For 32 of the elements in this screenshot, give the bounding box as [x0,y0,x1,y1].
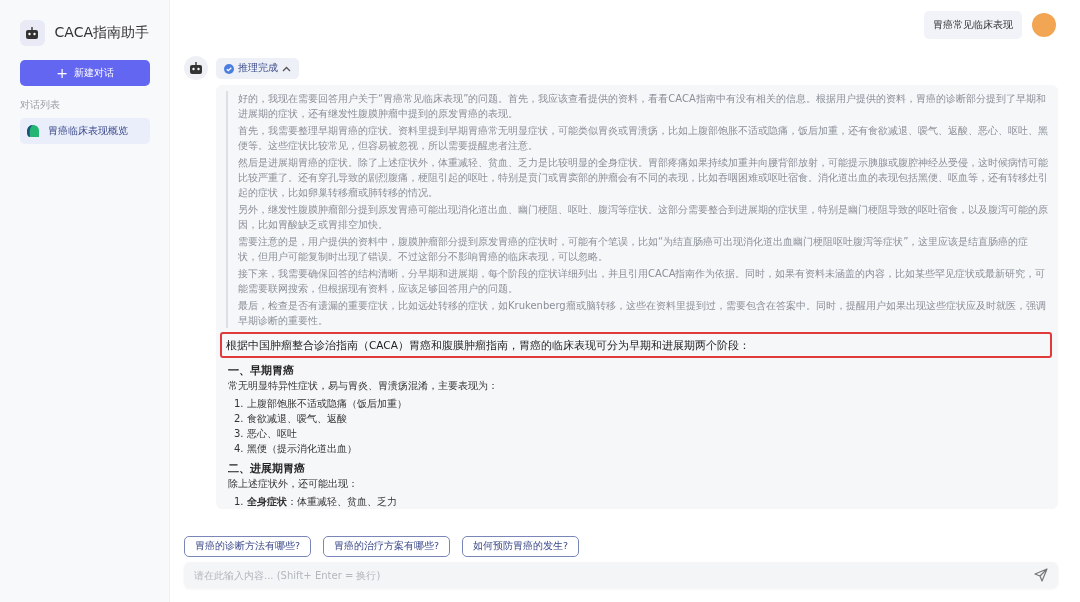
section-heading: 二、进展期胃癌 [228,461,306,476]
list-item: 2. 食欲减退、嗳气、返酸 [233,412,348,426]
list-item: 1. 全身症状：体重减轻、贫血、乏力 [233,495,398,509]
app-title: CACA指南助手 [54,24,149,42]
robot-icon [25,27,40,39]
suggestion-button[interactable]: 如何预防胃癌的发生? [462,536,580,557]
reasoning-paragraph: 首先，我需要整理早期胃癌的症状。资料里提到早期胃癌常无明显症状，可能类似胃炎或胃溃疡，比如上腹部饱胀不适或隐痛，饭后加重，还有食欲减退、嗳气、返酸、恶心、呕吐、黑便等。这些症状比较常见，但容易被忽视，所以需要提醒患者注意。 [238,124,1048,153]
suggestion-button[interactable]: 胃癌的治疗方案有哪些? [323,536,451,557]
conversation-item[interactable]: 胃癌临床表现概览 [20,118,150,144]
list-item: 1. 上腹部饱胀不适或隐痛（饭后加重） [233,397,408,411]
list-item: 3. 恶心、呕吐 [233,427,298,441]
send-icon[interactable] [1034,568,1048,582]
leaf-icon [26,124,40,138]
reasoning-paragraph: 另外，继发性腹膜肿瘤部分提到原发胃癌可能出现消化道出血、幽门梗阻、呕吐、腹泻等症状。这部分需要整合到进展期的症状里，特别是幽门梗阻导致的呕吐宿食，以及腹泻可能的原因，比如胃酸缺乏或胃排空加快。 [238,203,1048,232]
reasoning-paragraph: 最后，检查是否有遗漏的重要症状，比如远处转移的症状，如Krukenberg瘤或脑转移，这些在资料里提到过，需要包含在答案中。同时，提醒用户如果出现这些症状应及时就医，强调早期诊断的重要性。 [238,299,1047,328]
robot-icon [189,62,203,74]
reasoning-paragraph: 好的，我现在需要回答用户关于“胃癌常见临床表现”的问题。首先，我应该查看提供的资料，看看CACA指南中有没有相关的信息。根据用户提供的资料，胃癌的诊断部分提到了早期和进展期的症状，还有继发性腹膜肿瘤中提到的原发胃癌的表现。 [238,92,1047,121]
section-lead: 除上述症状外，还可能出现： [228,477,359,491]
section-lead: 常无明显特异性症状，易与胃炎、胃溃疡混淆，主要表现为： [228,379,499,393]
chevron-icon [282,65,291,72]
reasoning-paragraph: 需要注意的是，用户提供的资料中，腹膜肿瘤部分提到原发胃癌的症状时，可能有个笔误，比如“为结直肠癌可出现消化道出血幽门梗阻呕吐腹泻等症状”，这里应该是结直肠癌的症状，但用户可能复制时出现了错误。不过这部分不影响胃癌的临床表现，可以忽略。 [238,235,1030,264]
answer-intro: 根据中国肿瘤整合诊治指南（CACA）胃癌和腹膜肿瘤指南，胃癌的临床表现可分为早期和进展期两个阶段： [220,332,1052,358]
reasoning-paragraph: 接下来，我需要确保回答的结构清晰，分早期和进展期，每个阶段的症状详细列出，并且引用CACA指南作为依据。同时，如果有资料未涵盖的内容，比如某些罕见症状或最新研究，可能需要联网搜索，但根据现有资料，应该足够回答用户的问题。 [238,267,1047,296]
reasoning-toggle[interactable]: 推理完成 [216,58,299,79]
reasoning-paragraph: 然后是进展期胃癌的症状。除了上述症状外，体重减轻、贫血、乏力是比较明显的全身症状。胃部疼痛如果持续加重并向腰背部放射，可能提示胰腺或腹腔神经丛受侵，这时候病情可能比较严重了。还有穿孔导致的剧烈腹痛，梗阻引起的呕吐，特别是贲门或胃窦部的肿瘤会有不同的表现，比如吞咽困难或呕吐宿食。消化道出血的表现包括黑便、呕血等，还有转移灶引起的症状，比如卵巢转移瘤或肺转移的情况。 [238,156,1048,200]
list-item: 4. 黑便（提示消化道出血） [233,442,358,456]
section-heading: 一、早期胃癌 [228,363,295,378]
suggestion-button[interactable]: 胃癌的诊断方法有哪些? [184,536,312,557]
topic-button[interactable]: 胃癌常见临床表现 [924,11,1022,39]
section-label: 对话列表 [20,98,61,112]
new-chat-button[interactable]: + 新建对话 [20,60,150,86]
check-circle-icon [224,63,234,74]
